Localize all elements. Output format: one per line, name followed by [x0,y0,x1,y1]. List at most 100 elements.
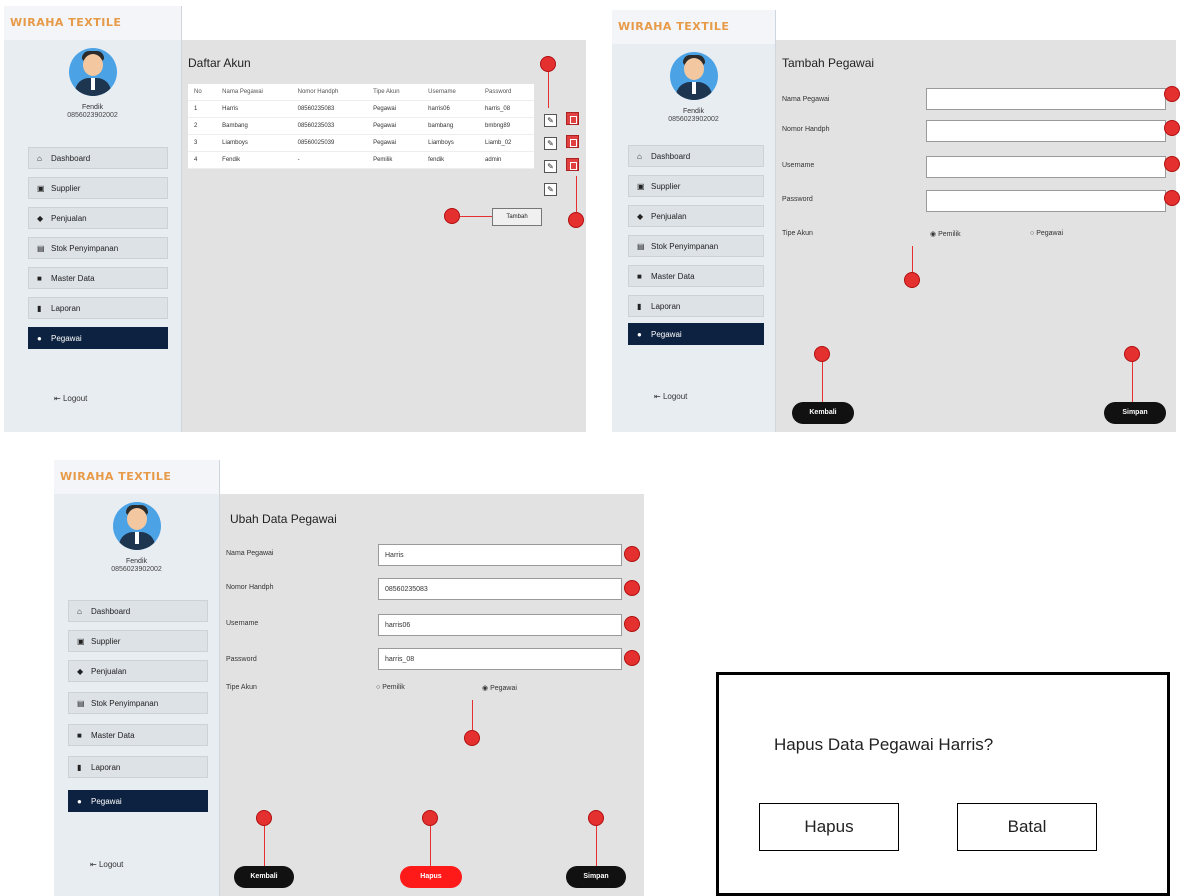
home-icon: ⌂ [637,152,642,161]
label-nomor-handph: Nomor Handph [782,126,830,133]
password-input[interactable]: harris_08 [378,648,622,670]
radio-pegawai[interactable]: ○ Pegawai [1030,230,1063,237]
nav-laporan[interactable]: ▮ Laporan [628,295,764,317]
annotation-arrow [596,826,597,866]
annotation-arrow [430,826,431,866]
radio-pegawai[interactable]: ◉ Pegawai [482,684,517,692]
nama-pegawai-input[interactable]: Harris [378,544,622,566]
edit-icon[interactable]: ✎ [544,114,557,127]
user-icon: ● [37,334,42,343]
nav-stok[interactable]: ▤ Stok Penyimpanan [628,235,764,257]
home-icon: ⌂ [37,154,42,163]
trash-icon[interactable] [566,135,579,148]
annotation-arrow [460,216,492,217]
avatar [669,52,718,100]
trash-icon[interactable] [566,112,579,125]
nav-pegawai[interactable]: ● Pegawai [68,790,208,812]
nav-penjualan[interactable]: ◆ Penjualan [68,660,208,682]
document-icon: ▮ [77,763,82,772]
page-title: Daftar Akun [188,56,251,70]
label-tipe-akun: Tipe Akun [226,684,257,691]
label-password: Password [226,656,257,663]
nav-supplier[interactable]: ▣ Supplier [68,630,208,652]
brand-logo: WIRAHA TEXTILE [612,10,775,44]
confirm-delete-button[interactable]: Hapus [759,803,899,851]
nav-master-data[interactable]: ■ Master Data [28,267,168,289]
nav-stok[interactable]: ▤ Stok Penyimpanan [68,692,208,714]
brand-logo: WIRAHA TEXTILE [54,460,219,494]
logout-button[interactable]: ⇤ Logout [90,860,123,869]
annotation-marker [444,208,460,224]
nomor-handph-input[interactable]: 08560235083 [378,578,622,600]
nav-pegawai[interactable]: ● Pegawai [28,327,168,349]
cart-icon: ◆ [637,212,644,221]
edit-icon[interactable]: ✎ [544,137,557,150]
user-phone: 0856023902002 [111,566,162,573]
username-input[interactable]: harris06 [378,614,622,636]
nav-dashboard[interactable]: ⌂ Dashboard [68,600,208,622]
truck-icon: ▣ [637,182,645,191]
annotation-marker [1164,120,1180,136]
document-icon: ▮ [37,304,42,313]
document-icon: ▮ [637,302,642,311]
add-account-button[interactable]: Tambah [492,208,542,226]
nav-dashboard[interactable]: ⌂ Dashboard [628,145,764,167]
sidebar: WIRAHA TEXTILE Fendik 0856023902002 ⌂ Das… [54,460,220,896]
nav-pegawai[interactable]: ● Pegawai [628,323,764,345]
save-button[interactable]: Simpan [566,866,626,888]
annotation-marker [256,810,272,826]
password-input[interactable] [926,190,1166,212]
save-button[interactable]: Simpan [1104,402,1166,424]
edit-icon[interactable]: ✎ [544,160,557,173]
back-button[interactable]: Kembali [234,866,294,888]
radio-pemilik[interactable]: ◉ Pemilik [930,230,961,238]
cart-icon: ◆ [77,667,84,676]
nav-master-data[interactable]: ■ Master Data [68,724,208,746]
nav-supplier[interactable]: ▣ Supplier [28,177,168,199]
logout-icon: ⇤ [654,392,663,401]
table-header: No Nama Pegawai Nomor Handph Tipe Akun U… [188,84,534,101]
user-phone: 0856023902002 [668,116,719,123]
annotation-marker [588,810,604,826]
logout-button[interactable]: ⇤ Logout [54,394,87,403]
table-row: 2 Bambang 08560235033 Pegawai bambang bmbng89 [188,117,534,135]
label-username: Username [226,620,259,627]
nama-pegawai-input[interactable] [926,88,1166,110]
delete-button[interactable]: Hapus [400,866,462,888]
folder-icon: ■ [77,731,82,740]
page-title: Tambah Pegawai [782,56,875,70]
user-icon: ● [77,797,82,806]
table-row: 4 Fendik - Pemilik fendik admin [188,151,534,169]
logout-button[interactable]: ⇤ Logout [654,392,687,401]
warehouse-icon: ▤ [77,699,85,708]
annotation-marker [540,56,556,72]
radio-pemilik[interactable]: ○ Pemilik [376,684,405,691]
annotation-marker [624,616,640,632]
trash-icon[interactable] [566,158,579,171]
nav-penjualan[interactable]: ◆ Penjualan [628,205,764,227]
nav-penjualan[interactable]: ◆ Penjualan [28,207,168,229]
cancel-button[interactable]: Batal [957,803,1097,851]
user-name: Fendik [682,108,704,115]
user-icon: ● [637,330,642,339]
folder-icon: ■ [37,274,42,283]
page-title: Ubah Data Pegawai [230,512,337,526]
nav-laporan[interactable]: ▮ Laporan [68,756,208,778]
user-name: Fendik [125,558,147,565]
nav-master-data[interactable]: ■ Master Data [628,265,764,287]
annotation-marker [1124,346,1140,362]
annotation-arrow [264,826,265,866]
nomor-handph-input[interactable] [926,120,1166,142]
user-name: Fendik [81,104,103,111]
username-input[interactable] [926,156,1166,178]
nav-dashboard[interactable]: ⌂ Dashboard [28,147,168,169]
annotation-arrow [912,246,913,272]
nav-stok[interactable]: ▤ Stok Penyimpanan [28,237,168,259]
edit-icon[interactable]: ✎ [544,183,557,196]
nav-laporan[interactable]: ▮ Laporan [28,297,168,319]
annotation-arrow [576,176,577,212]
nav-supplier[interactable]: ▣ Supplier [628,175,764,197]
annotation-marker [904,272,920,288]
back-button[interactable]: Kembali [792,402,854,424]
annotation-marker [814,346,830,362]
